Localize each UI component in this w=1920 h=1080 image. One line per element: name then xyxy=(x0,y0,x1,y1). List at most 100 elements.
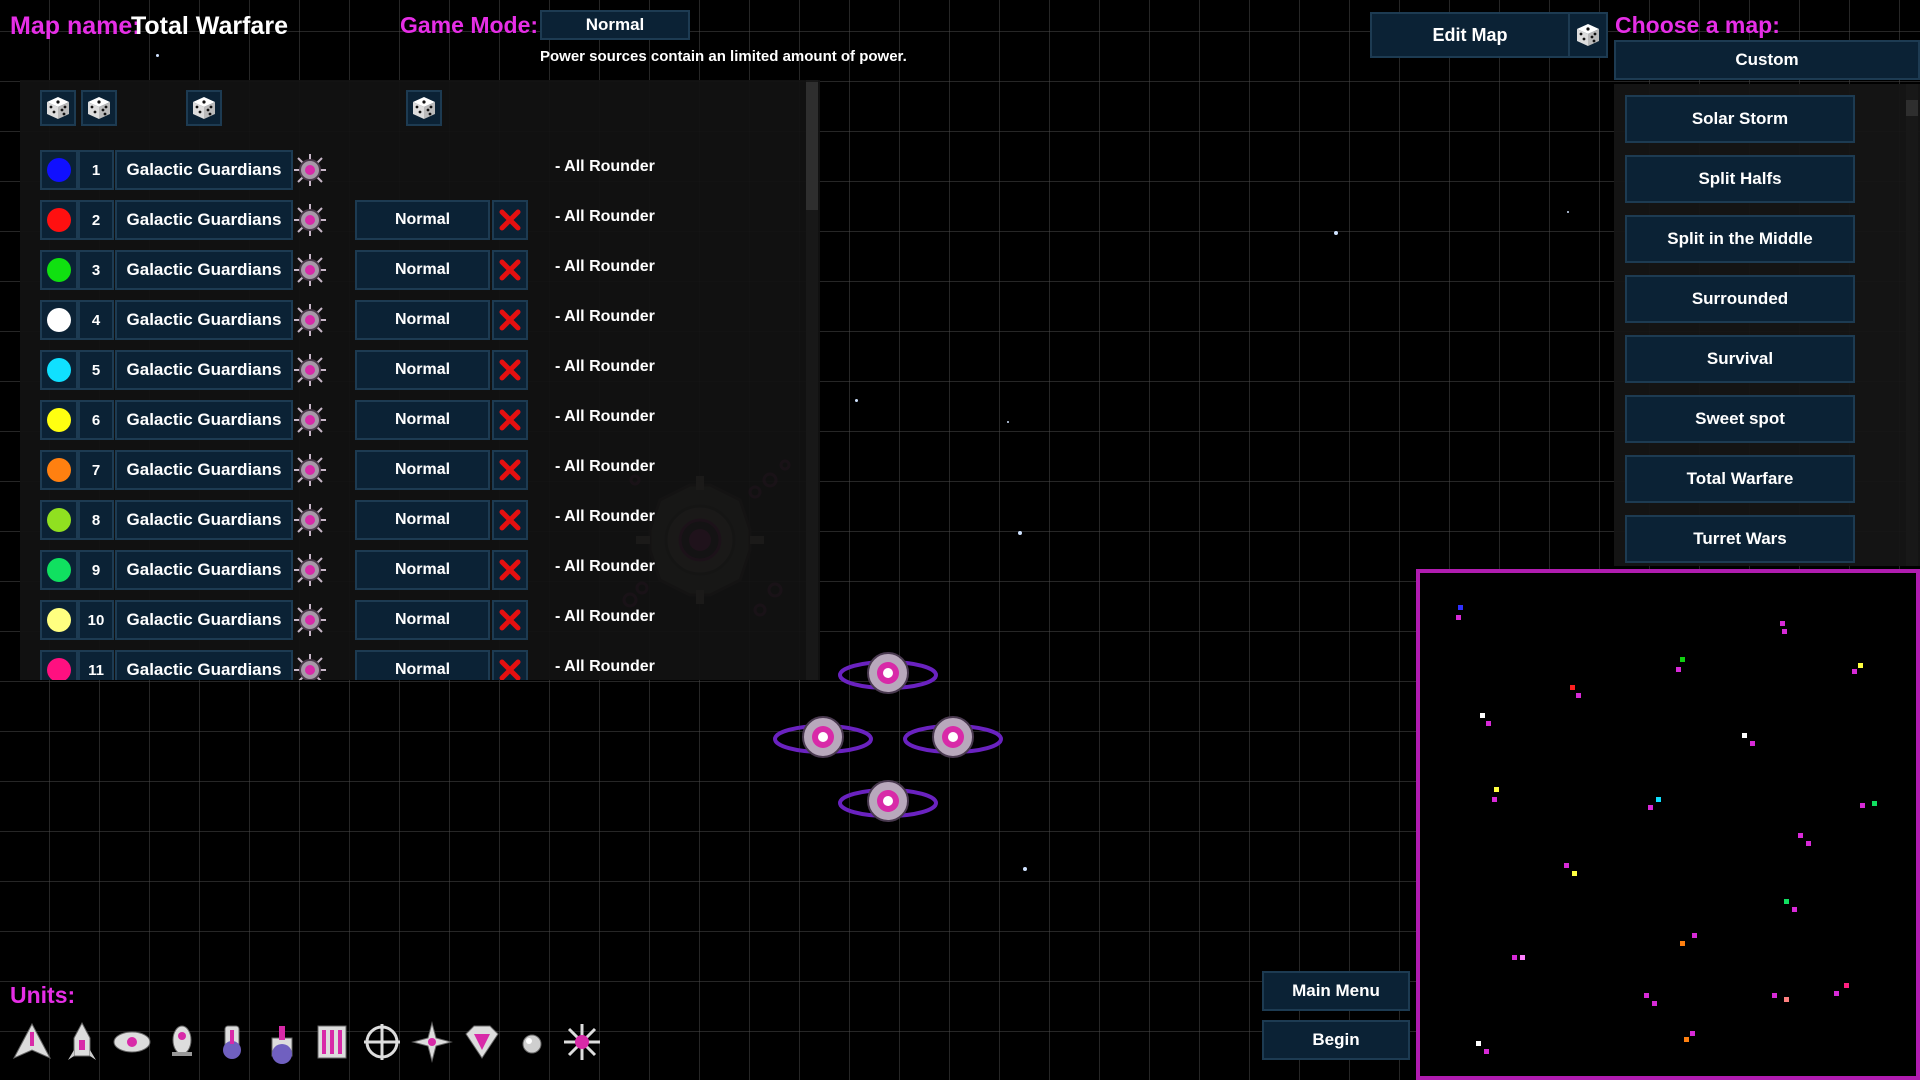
remove-player-icon[interactable] xyxy=(492,650,528,680)
player-team-number[interactable]: 2 xyxy=(78,200,114,240)
bomber-unit-icon[interactable] xyxy=(110,1020,154,1064)
player-team-number[interactable]: 11 xyxy=(78,650,114,680)
player-color-button[interactable] xyxy=(40,600,78,640)
edit-map-button[interactable]: Edit Map xyxy=(1370,12,1570,58)
drone-unit-icon[interactable] xyxy=(410,1020,454,1064)
ai-difficulty-select[interactable]: Normal xyxy=(355,600,490,640)
ai-difficulty-select[interactable]: Normal xyxy=(355,350,490,390)
player-faction-select[interactable]: Galactic Guardians xyxy=(115,600,293,640)
faction-emblem-icon xyxy=(292,452,328,488)
map-option[interactable]: Sweet spot xyxy=(1625,395,1855,443)
pod-unit-icon[interactable] xyxy=(160,1020,204,1064)
faction-description: - All Rounder xyxy=(555,308,655,325)
player-color-button[interactable] xyxy=(40,500,78,540)
remove-player-icon[interactable] xyxy=(492,600,528,640)
crosshair-unit-icon[interactable] xyxy=(360,1020,404,1064)
player-faction-select[interactable]: Galactic Guardians xyxy=(115,300,293,340)
player-team-number[interactable]: 8 xyxy=(78,500,114,540)
star-unit-icon[interactable] xyxy=(560,1020,604,1064)
star xyxy=(855,399,858,402)
player-color-button[interactable] xyxy=(40,550,78,590)
map-option[interactable]: Surrounded xyxy=(1625,275,1855,323)
remove-player-icon[interactable] xyxy=(492,450,528,490)
remove-player-icon[interactable] xyxy=(492,300,528,340)
carrier-unit-icon[interactable] xyxy=(310,1020,354,1064)
player-faction-select[interactable]: Galactic Guardians xyxy=(115,150,293,190)
player-color-button[interactable] xyxy=(40,650,78,680)
units-label: Units: xyxy=(10,982,76,1008)
spawn-pod-icon xyxy=(773,716,873,758)
remove-player-icon[interactable] xyxy=(492,500,528,540)
remove-player-icon[interactable] xyxy=(492,350,528,390)
remove-player-icon[interactable] xyxy=(492,550,528,590)
fighter-unit-icon[interactable] xyxy=(10,1020,54,1064)
map-option[interactable]: Split in the Middle xyxy=(1625,215,1855,263)
player-color-button[interactable] xyxy=(40,200,78,240)
player-color-button[interactable] xyxy=(40,300,78,340)
map-list-scrollbar[interactable] xyxy=(1906,84,1918,566)
ai-difficulty-select[interactable]: Normal xyxy=(355,400,490,440)
minimap[interactable] xyxy=(1416,569,1920,1080)
rocket-unit-icon[interactable] xyxy=(60,1020,104,1064)
minimap-marker xyxy=(1484,1049,1489,1054)
player-team-number[interactable]: 6 xyxy=(78,400,114,440)
minimap-marker xyxy=(1456,615,1461,620)
player-team-number[interactable]: 5 xyxy=(78,350,114,390)
player-team-number[interactable]: 1 xyxy=(78,150,114,190)
minimap-marker xyxy=(1570,685,1575,690)
player-faction-select[interactable]: Galactic Guardians xyxy=(115,550,293,590)
ai-difficulty-select[interactable]: Normal xyxy=(355,500,490,540)
map-list-scroll-thumb[interactable] xyxy=(1906,100,1918,116)
ai-difficulty-select[interactable]: Normal xyxy=(355,550,490,590)
player-color-button[interactable] xyxy=(40,350,78,390)
ai-difficulty-select[interactable]: Normal xyxy=(355,650,490,680)
player-color-button[interactable] xyxy=(40,400,78,440)
player-faction-select[interactable]: Galactic Guardians xyxy=(115,500,293,540)
ai-difficulty-select[interactable]: Normal xyxy=(355,300,490,340)
map-option[interactable]: Survival xyxy=(1625,335,1855,383)
player-color-button[interactable] xyxy=(40,250,78,290)
tank-unit-icon[interactable] xyxy=(260,1020,304,1064)
map-option[interactable]: Total Warfare xyxy=(1625,455,1855,503)
player-team-number[interactable]: 3 xyxy=(78,250,114,290)
minimap-marker xyxy=(1576,693,1581,698)
player-team-number[interactable]: 9 xyxy=(78,550,114,590)
random-map-dice-icon[interactable] xyxy=(1568,12,1608,58)
sphere-unit-icon[interactable] xyxy=(510,1020,554,1064)
ai-difficulty-select[interactable]: Normal xyxy=(355,450,490,490)
map-option[interactable]: Split Halfs xyxy=(1625,155,1855,203)
player-faction-select[interactable]: Galactic Guardians xyxy=(115,250,293,290)
remove-player-icon[interactable] xyxy=(492,200,528,240)
player-row: 4 Galactic Guardians Normal - All Rounder xyxy=(20,300,820,340)
remove-player-icon[interactable] xyxy=(492,250,528,290)
player-faction-select[interactable]: Galactic Guardians xyxy=(115,350,293,390)
ai-difficulty-select[interactable]: Normal xyxy=(355,250,490,290)
player-team-number[interactable]: 4 xyxy=(78,300,114,340)
player-faction-select[interactable]: Galactic Guardians xyxy=(115,650,293,680)
minimap-marker xyxy=(1860,803,1865,808)
player-color-button[interactable] xyxy=(40,450,78,490)
remove-player-icon[interactable] xyxy=(492,400,528,440)
begin-button[interactable]: Begin xyxy=(1262,1020,1410,1060)
player-color-swatch xyxy=(47,608,71,632)
map-option[interactable]: Solar Storm xyxy=(1625,95,1855,143)
player-faction-select[interactable]: Galactic Guardians xyxy=(115,200,293,240)
ai-difficulty-select[interactable]: Normal xyxy=(355,200,490,240)
minimap-marker xyxy=(1742,733,1747,738)
cannon-unit-icon[interactable] xyxy=(210,1020,254,1064)
player-team-number[interactable]: 7 xyxy=(78,450,114,490)
minimap-marker xyxy=(1680,657,1685,662)
player-faction-select[interactable]: Galactic Guardians xyxy=(115,400,293,440)
selected-map-custom[interactable]: Custom xyxy=(1614,40,1920,80)
player-faction-select[interactable]: Galactic Guardians xyxy=(115,450,293,490)
map-option[interactable]: Turret Wars xyxy=(1625,515,1855,563)
player-row: 10 Galactic Guardians Normal - All Rounder xyxy=(20,600,820,640)
faction-description: - All Rounder xyxy=(555,558,655,575)
player-team-number[interactable]: 10 xyxy=(78,600,114,640)
main-menu-button[interactable]: Main Menu xyxy=(1262,971,1410,1011)
player-color-swatch xyxy=(47,458,71,482)
diamond-unit-icon[interactable] xyxy=(460,1020,504,1064)
player-color-button[interactable] xyxy=(40,150,78,190)
faction-emblem-icon xyxy=(292,352,328,388)
minimap-marker xyxy=(1844,983,1849,988)
